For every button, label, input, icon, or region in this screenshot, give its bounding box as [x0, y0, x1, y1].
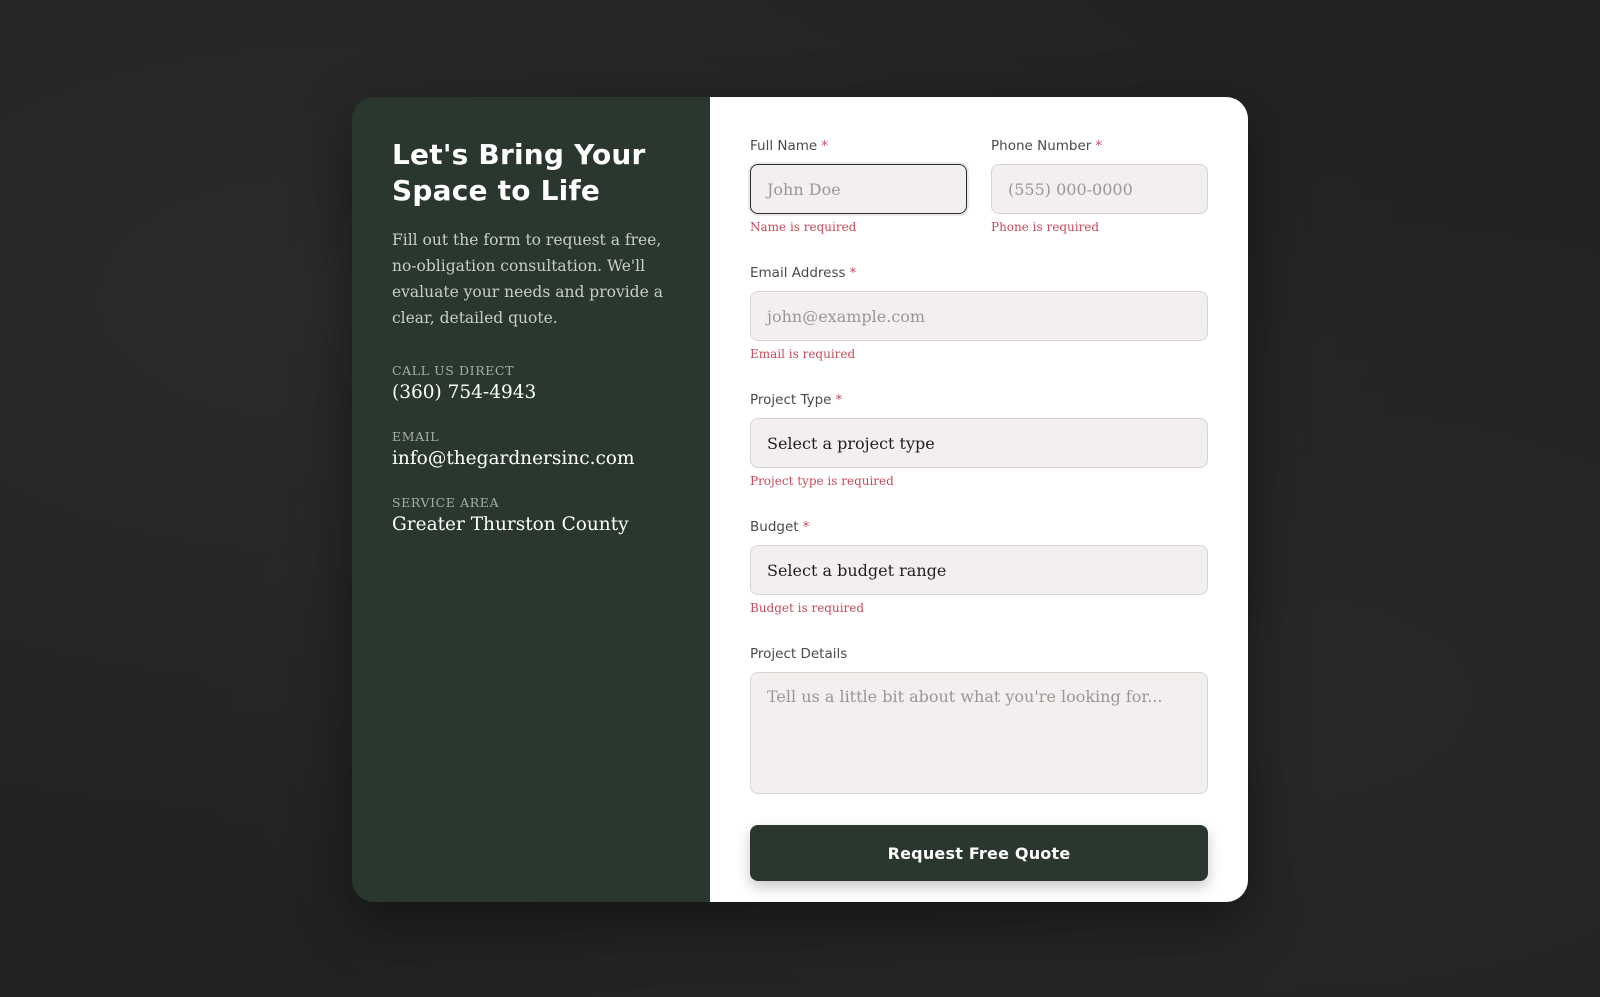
project-type-selected: Select a project type: [767, 433, 935, 453]
budget-selected: Select a budget range: [767, 560, 947, 580]
project-type-group: Project Type * Select a project type Proj…: [750, 391, 1208, 490]
required-marker: *: [835, 392, 843, 408]
project-type-error: Project type is required: [750, 474, 894, 488]
full-name-placeholder: John Doe: [767, 179, 841, 199]
project-details-placeholder: Tell us a little bit about what you're l…: [767, 687, 1163, 706]
request-quote-button[interactable]: Request Free Quote: [750, 825, 1208, 881]
required-marker: *: [1095, 138, 1103, 154]
panel-heading: Let's Bring Your Space to Life: [392, 138, 646, 207]
email-error: Email is required: [750, 347, 856, 361]
phone-placeholder: (555) 000-0000: [1008, 179, 1133, 199]
project-type-label: Project Type *: [750, 392, 843, 408]
budget-label: Budget *: [750, 519, 810, 535]
quote-form: Full Name * John Doe Name is required Pho…: [710, 97, 1248, 902]
phone-input[interactable]: (555) 000-0000: [991, 164, 1208, 214]
contact-phone: CALL US DIRECT (360) 754-4943: [392, 363, 670, 403]
service-area-label: SERVICE AREA: [392, 495, 500, 510]
contact-phone-value: (360) 754-4943: [392, 382, 537, 403]
contact-phone-label: CALL US DIRECT: [392, 363, 515, 378]
contact-email-value: info@thegardnersinc.com: [392, 448, 635, 469]
full-name-input[interactable]: John Doe: [750, 164, 967, 214]
phone-group: Phone Number * (555) 000-0000 Phone is re…: [991, 137, 1208, 236]
full-name-error: Name is required: [750, 220, 857, 234]
quote-request-card: Let's Bring Your Space to Life Fill out …: [352, 97, 1248, 902]
email-placeholder: john@example.com: [767, 306, 926, 326]
info-panel: Let's Bring Your Space to Life Fill out …: [352, 97, 710, 902]
contact-service-area: SERVICE AREA Greater Thurston County: [392, 495, 670, 535]
contact-email-label: EMAIL: [392, 429, 440, 444]
phone-error: Phone is required: [991, 220, 1100, 234]
email-label: Email Address *: [750, 265, 857, 281]
budget-group: Budget * Select a budget range Budget is …: [750, 518, 1208, 617]
project-details-label: Project Details: [750, 646, 848, 662]
service-area-value: Greater Thurston County: [392, 514, 629, 535]
required-marker: *: [849, 265, 857, 281]
required-marker: *: [802, 519, 810, 535]
budget-error: Budget is required: [750, 601, 865, 615]
panel-intro: Fill out the form to request a free, no-…: [392, 231, 663, 327]
project-type-select[interactable]: Select a project type: [750, 418, 1208, 468]
full-name-label: Full Name *: [750, 138, 828, 154]
name-phone-row: Full Name * John Doe Name is required Pho…: [750, 137, 1208, 236]
contact-email: EMAIL info@thegardnersinc.com: [392, 429, 670, 469]
email-input[interactable]: john@example.com: [750, 291, 1208, 341]
budget-select[interactable]: Select a budget range: [750, 545, 1208, 595]
phone-label: Phone Number *: [991, 138, 1103, 154]
email-group: Email Address * john@example.com Email is…: [750, 264, 1208, 363]
project-details-textarea[interactable]: Tell us a little bit about what you're l…: [750, 672, 1208, 794]
full-name-group: Full Name * John Doe Name is required: [750, 137, 967, 236]
project-details-group: Project Details Tell us a little bit abo…: [750, 645, 1208, 794]
required-marker: *: [821, 138, 828, 154]
